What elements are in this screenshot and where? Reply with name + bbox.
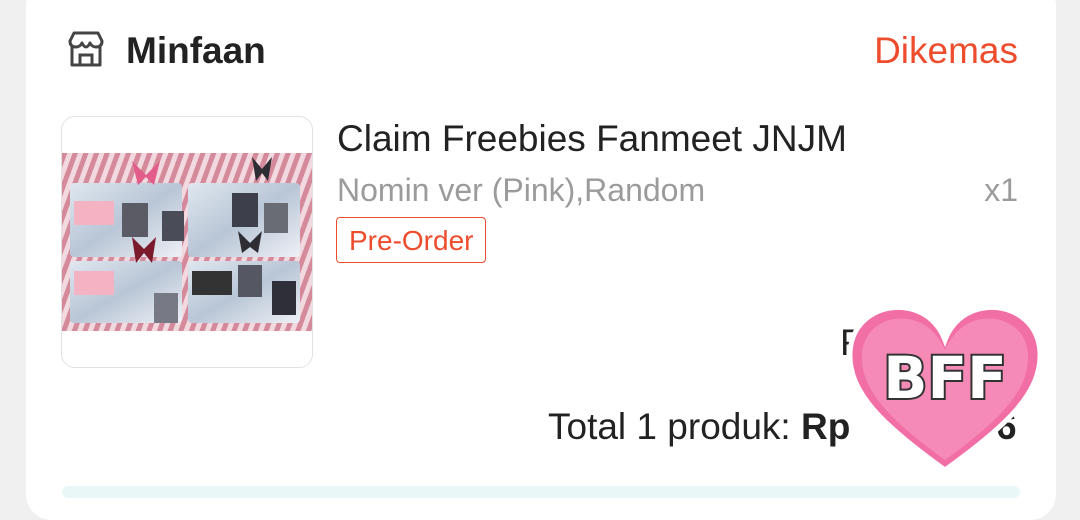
product-title[interactable]: Claim Freebies Fanmeet JNJM [337, 116, 847, 162]
shop-name[interactable]: Minfaan [126, 28, 266, 74]
store-icon [66, 31, 106, 69]
bottom-strip [62, 486, 1020, 498]
sticker-text: BFF [883, 344, 1006, 412]
product-variant: Nomin ver (Pink),Random [337, 172, 706, 208]
shop-header[interactable]: Minfaan Dikemas [66, 28, 1018, 74]
total-label: Total 1 produk: [548, 406, 801, 447]
product-quantity: x1 [984, 172, 1018, 208]
bff-heart-sticker: BFF [842, 300, 1048, 476]
order-total: Total 1 produk: Rp [548, 404, 850, 450]
preorder-badge: Pre-Order [336, 217, 487, 263]
product-thumbnail[interactable] [61, 116, 313, 368]
order-status: Dikemas [874, 30, 1018, 71]
